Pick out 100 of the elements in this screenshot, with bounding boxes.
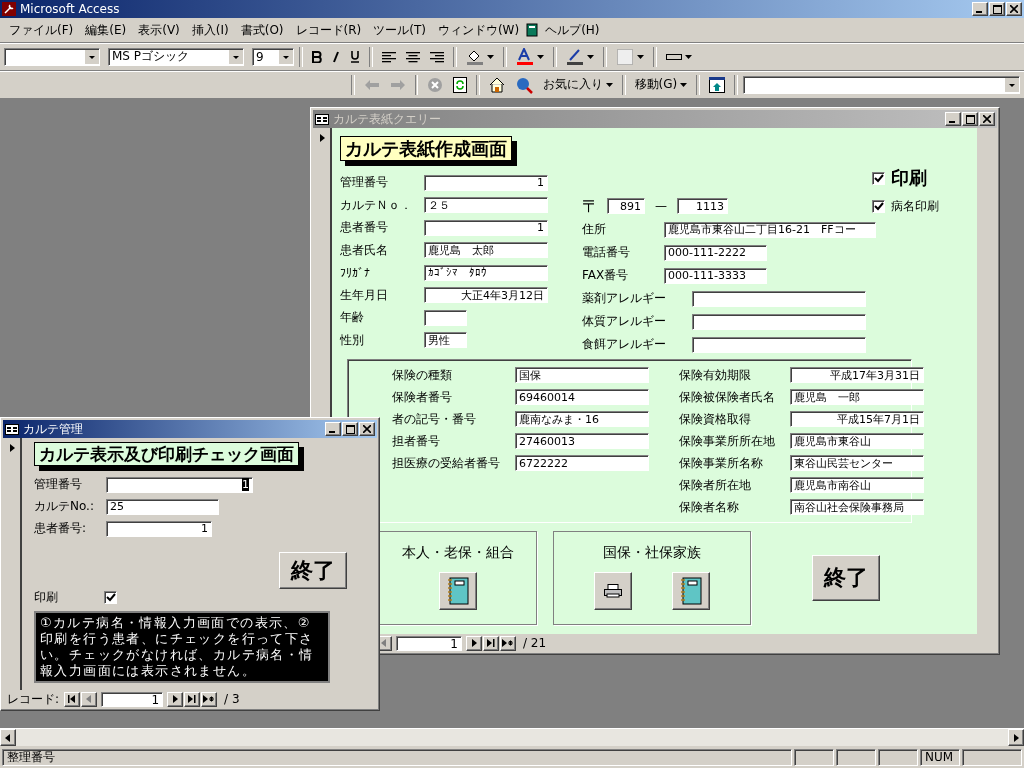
menu-item[interactable]: ヘルプ(H) <box>540 19 605 41</box>
checkbox[interactable] <box>104 591 117 605</box>
postal-code-field[interactable]: 891 <box>607 198 645 214</box>
menu-item[interactable]: 編集(E) <box>80 19 132 41</box>
field-label: 年齢 <box>340 309 365 327</box>
input-field[interactable]: 鹿南なみま・16 <box>515 411 649 427</box>
caret-icon <box>637 54 644 59</box>
postal-code-field[interactable]: 1113 <box>677 198 728 214</box>
window-title: カルテ管理 <box>23 420 84 438</box>
input-field[interactable]: 6722222 <box>515 455 649 471</box>
menu-item[interactable]: ウィンドウ(W) <box>432 19 525 41</box>
field-label: 保険の種類 <box>392 366 453 384</box>
input-field[interactable] <box>692 313 866 330</box>
font-color-icon <box>516 47 534 66</box>
border-icon <box>616 47 634 66</box>
notebook-button[interactable] <box>439 572 477 610</box>
next-record-button[interactable] <box>167 691 184 707</box>
checkbox[interactable] <box>872 200 885 213</box>
input-field[interactable]: 南谷山社会保険事務局 <box>790 499 924 515</box>
font-combo[interactable]: MS Pゴシック <box>108 47 244 66</box>
notebook-button[interactable] <box>672 572 710 610</box>
caret-icon <box>685 54 692 59</box>
italic-icon <box>332 50 340 63</box>
new-record-button[interactable] <box>500 635 516 651</box>
object-combo[interactable] <box>4 47 100 66</box>
input-field[interactable]: 東谷山民芸センター <box>790 455 924 471</box>
input-field[interactable]: 鹿児島 太郎 <box>424 242 548 259</box>
last-record-button[interactable] <box>483 635 499 651</box>
scroll-right-button[interactable] <box>1008 729 1024 746</box>
record-number-field[interactable]: 1 <box>396 635 462 651</box>
record-count: / 3 <box>224 692 240 706</box>
checkbox[interactable] <box>872 171 885 185</box>
favorites-menu[interactable]: お気に入り <box>538 73 617 96</box>
window-title: カルテ表紙クエリー <box>333 110 442 128</box>
minimize-button[interactable] <box>972 2 988 16</box>
field-label: FAX番号 <box>582 267 630 284</box>
print-button[interactable] <box>594 572 632 610</box>
input-field[interactable]: 000-111-3333 <box>664 267 767 284</box>
input-field[interactable]: ｶｺﾞｼﾏ ﾀﾛｳ <box>424 264 548 281</box>
menu-item[interactable]: 書式(O) <box>235 19 289 41</box>
close-button[interactable] <box>1006 2 1022 16</box>
pen-icon <box>566 47 584 66</box>
printer-icon <box>604 584 622 598</box>
input-field[interactable]: 1 <box>424 174 548 191</box>
input-field[interactable]: ２５ <box>424 197 548 214</box>
address-combo[interactable] <box>742 75 1020 94</box>
maximize-button[interactable] <box>962 112 978 126</box>
group-title: 本人・老保・組合 <box>402 544 514 562</box>
input-field[interactable]: 25 <box>106 498 219 515</box>
last-icon <box>487 639 495 647</box>
input-field[interactable]: 27460013 <box>515 433 649 449</box>
status-pane <box>836 748 876 766</box>
input-field[interactable]: 鹿児島市南谷山 <box>790 477 924 493</box>
exit-button[interactable]: 終了 <box>812 555 880 601</box>
input-field[interactable]: 1 <box>106 476 253 493</box>
input-field[interactable]: 鹿児島市東谷山 <box>790 433 924 449</box>
menu-item[interactable]: 表示(V) <box>133 19 185 41</box>
input-field[interactable]: 000-111-2222 <box>664 244 767 261</box>
scroll-left-button[interactable] <box>0 729 16 746</box>
last-record-button[interactable] <box>184 691 201 707</box>
input-field[interactable]: 69460014 <box>515 389 649 405</box>
exit-button[interactable]: 終了 <box>279 552 347 590</box>
minimize-button[interactable] <box>325 422 341 436</box>
close-button[interactable] <box>359 422 375 436</box>
input-field[interactable]: 国保 <box>515 367 649 383</box>
input-field[interactable]: 鹿児島市東谷山二丁目16-21 FFコー <box>664 221 876 238</box>
menu-item[interactable]: レコード(R) <box>290 19 367 41</box>
input-field[interactable]: 大正4年3月12日 <box>424 287 548 304</box>
font-size-combo[interactable]: 9 <box>252 47 294 66</box>
close-button[interactable] <box>979 112 995 126</box>
previous-record-button[interactable] <box>81 691 98 707</box>
postal-separator: — <box>655 199 667 213</box>
underline-icon <box>350 50 360 63</box>
menu-item[interactable]: 挿入(I) <box>186 19 234 41</box>
maximize-button[interactable] <box>342 422 358 436</box>
minimize-button[interactable] <box>945 112 961 126</box>
first-record-button[interactable] <box>64 691 81 707</box>
next-record-button[interactable] <box>466 635 482 651</box>
input-field[interactable] <box>692 290 866 307</box>
input-field[interactable] <box>692 336 866 353</box>
input-field[interactable]: 男性 <box>424 332 467 349</box>
postal-mark: 〒 <box>582 194 599 218</box>
new-record-button[interactable] <box>201 691 218 707</box>
input-field[interactable]: 鹿児島 一郎 <box>790 389 924 405</box>
field-label: 電話番号 <box>582 244 631 261</box>
menu-item[interactable]: ファイル(F) <box>4 19 79 41</box>
input-field[interactable] <box>424 309 467 326</box>
caret-icon <box>680 82 688 87</box>
input-field[interactable]: 平成17年3月31日 <box>790 367 924 383</box>
go-menu[interactable]: 移動(G) <box>630 73 692 96</box>
notebook-icon <box>680 577 702 605</box>
input-field[interactable]: 平成15年7月1日 <box>790 411 924 427</box>
field-label: 保険者所在地 <box>679 476 752 494</box>
field-label: 者の記号・番号 <box>392 410 477 428</box>
input-field[interactable]: 1 <box>424 219 548 236</box>
notebook-icon <box>447 577 469 605</box>
menu-item[interactable]: ツール(T) <box>368 19 431 41</box>
restore-button[interactable] <box>989 2 1005 16</box>
record-number-field[interactable]: 1 <box>101 691 164 707</box>
input-field[interactable]: 1 <box>106 520 212 537</box>
